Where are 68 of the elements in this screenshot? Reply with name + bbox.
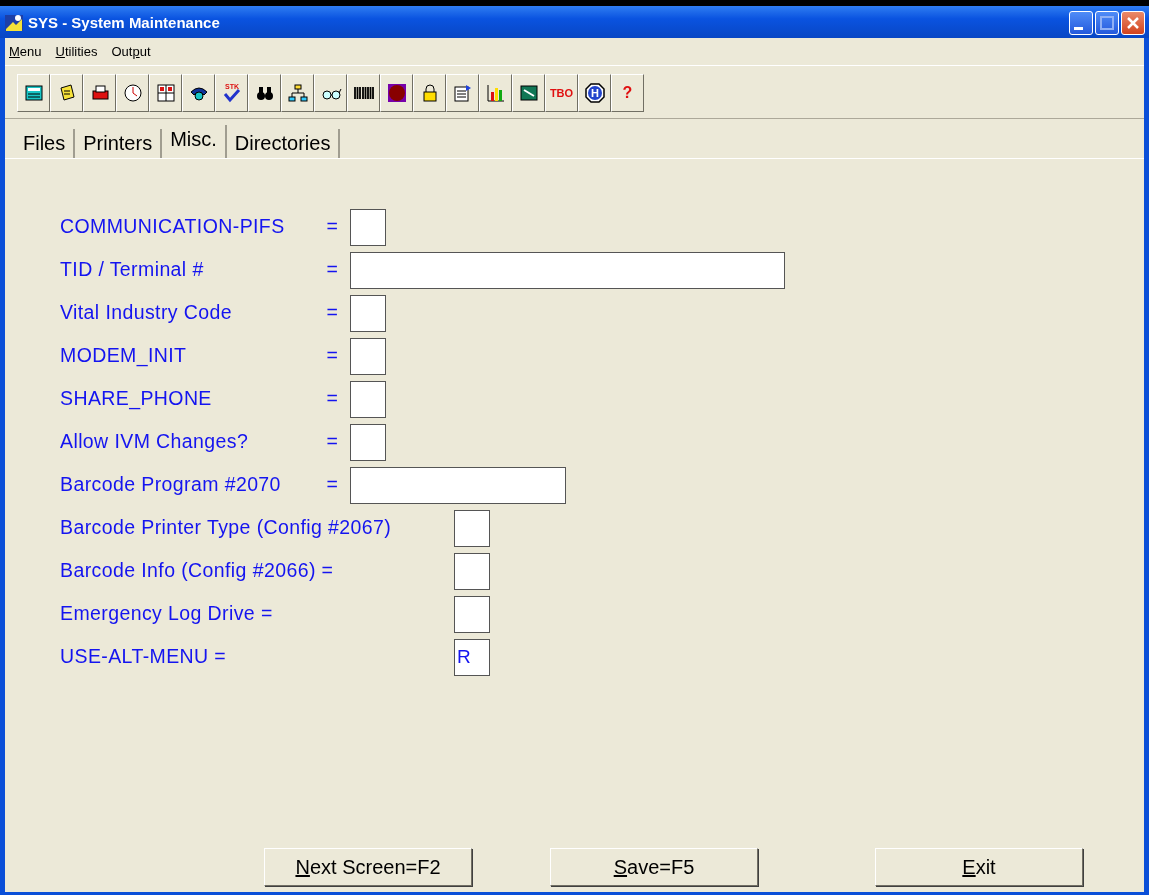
input-field[interactable] — [350, 294, 386, 332]
binoculars-button[interactable] — [248, 74, 281, 112]
hierarchy-icon — [286, 82, 309, 104]
clock-button[interactable] — [116, 74, 149, 112]
form-button[interactable] — [446, 74, 479, 112]
app-icon — [4, 13, 24, 33]
clock-icon — [121, 82, 144, 104]
glasses-button[interactable] — [314, 74, 347, 112]
input-field[interactable] — [350, 208, 386, 246]
circle-button[interactable] — [380, 74, 413, 112]
action-button[interactable]: Save=F5 — [550, 848, 758, 886]
equals-sign: = — [326, 257, 338, 283]
input-field[interactable] — [350, 423, 386, 461]
minimize-icon — [1073, 27, 1083, 30]
input-field[interactable] — [454, 552, 490, 590]
input-field[interactable] — [350, 251, 785, 289]
equals-sign: = — [326, 429, 338, 455]
field-label: SHARE_PHONE — [60, 386, 212, 412]
input-field[interactable] — [454, 595, 490, 633]
equals-sign: = — [326, 472, 338, 498]
close-button[interactable] — [1121, 11, 1145, 35]
input-field[interactable]: R — [454, 638, 490, 676]
calculator-button[interactable] — [17, 74, 50, 112]
calculator-icon — [22, 82, 45, 104]
hexagon-icon: H — [583, 82, 606, 104]
image-button[interactable] — [512, 74, 545, 112]
bar-chart-icon — [484, 82, 507, 104]
field-label: Emergency Log Drive = — [60, 601, 273, 627]
field-label: USE-ALT-MENU = — [60, 644, 227, 670]
lock-button[interactable] — [413, 74, 446, 112]
field-label: Barcode Info (Config #2066) = — [60, 558, 334, 584]
field-label: TID / Terminal # — [60, 257, 204, 283]
menu-item[interactable]: Menu — [9, 41, 42, 62]
phone-button[interactable] — [182, 74, 215, 112]
field-label: MODEM_INIT — [60, 343, 187, 369]
field-label: Barcode Printer Type (Config #2067) — [60, 515, 392, 541]
equals-sign: = — [326, 300, 338, 326]
equals-sign: = — [326, 343, 338, 369]
bar-chart-button[interactable] — [479, 74, 512, 112]
menu-item[interactable]: Utilities — [55, 41, 98, 62]
menu-item[interactable]: Output — [111, 41, 151, 62]
field-label: Barcode Program #2070 — [60, 472, 281, 498]
field-label: COMMUNICATION-PIFS — [60, 214, 285, 240]
notepad-button[interactable] — [50, 74, 83, 112]
action-button[interactable]: Exit — [875, 848, 1083, 886]
field-label: Allow IVM Changes? — [60, 429, 249, 455]
input-field[interactable] — [454, 509, 490, 547]
input-field[interactable] — [350, 337, 386, 375]
hexagon-button[interactable]: H — [578, 74, 611, 112]
equals-sign: = — [326, 214, 338, 240]
circle-icon — [385, 82, 408, 104]
text-button[interactable]: TBO — [545, 74, 578, 112]
action-button[interactable]: Next Screen=F2 — [264, 848, 472, 886]
maximize-button[interactable] — [1095, 11, 1119, 35]
text-button[interactable]: ? — [611, 74, 644, 112]
window-title: SYS - System Maintenance — [28, 12, 220, 33]
barcode-button[interactable] — [347, 74, 380, 112]
image-icon — [517, 82, 540, 104]
grid-icon — [154, 82, 177, 104]
field-label: Vital Industry Code — [60, 300, 232, 326]
maximize-icon — [1098, 14, 1116, 32]
equals-sign: = — [326, 386, 338, 412]
grid-button[interactable] — [149, 74, 182, 112]
printer-button[interactable] — [83, 74, 116, 112]
input-field[interactable] — [350, 380, 386, 418]
hierarchy-button[interactable] — [281, 74, 314, 112]
input-field[interactable] — [350, 466, 566, 504]
minimize-button[interactable] — [1069, 11, 1093, 35]
